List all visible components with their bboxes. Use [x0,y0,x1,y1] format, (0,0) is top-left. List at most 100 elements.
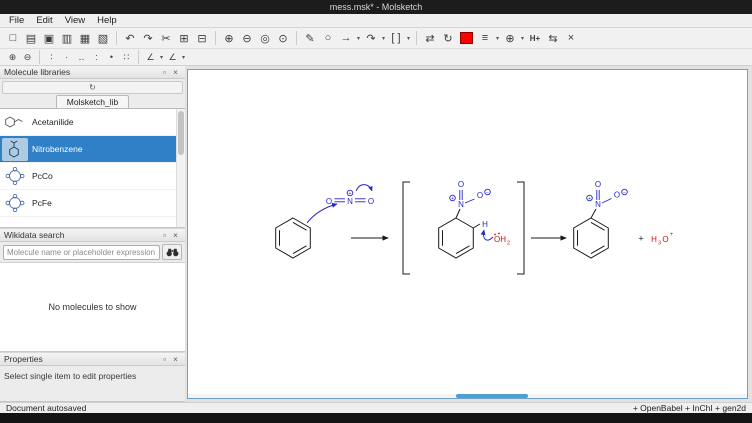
zoom-out-icon[interactable]: ⊖ [238,30,256,47]
molecule-thumbnail [2,192,28,215]
electron-pair-icon[interactable]: ∷ [119,50,134,64]
wikidata-search-button[interactable] [162,244,182,260]
svg-text:O: O [477,191,483,200]
zoom-fit-icon[interactable]: ⊙ [274,30,292,47]
float-panel-icon[interactable]: ▫ [159,230,170,241]
toolbar-separator [116,31,117,45]
close-panel-icon[interactable]: × [170,354,181,365]
menu-edit[interactable]: Edit [30,15,58,26]
svg-text:+: + [670,232,674,238]
new-file-icon[interactable]: □ [4,30,22,47]
copy-icon[interactable]: ⊞ [175,30,193,47]
toolbar-separator [39,50,40,64]
draw-color-swatch[interactable] [460,32,473,44]
svg-text:H: H [482,220,488,229]
chain-angle-icon[interactable]: ∠ [165,50,180,64]
svg-text:N: N [595,200,601,209]
radical-electron-icon[interactable]: • [104,50,119,64]
open-file-icon[interactable]: ▤ [22,30,40,47]
library-toolbar: ↻ [0,79,185,95]
bond-angle-icon[interactable]: ∠ [143,50,158,64]
print-icon[interactable]: ▧ [94,30,112,47]
bracket-tool-icon[interactable]: [ ] [387,30,405,47]
close-panel-icon[interactable]: × [170,67,181,78]
svg-text:N: N [458,200,464,209]
svg-text:H: H [651,235,657,244]
molecule-list: Acetanilide [0,109,185,227]
increase-charge-icon[interactable]: ⊕ [5,50,20,64]
rotate-icon[interactable]: ↻ [439,30,457,47]
redo-icon[interactable]: ↷ [139,30,157,47]
flip-icon[interactable]: ⇆ [544,30,562,47]
reaction-arrow-icon[interactable]: → [337,30,355,47]
chevron-down-icon[interactable]: ▾ [380,35,387,42]
add-lone-pair-icon[interactable]: ∶ [44,50,59,64]
insert-ring-icon[interactable]: ○ [319,30,337,47]
wikidata-results-area: No molecules to show [0,262,185,351]
line-width-icon[interactable]: ≡ [476,30,494,47]
canvas-hscrollbar-thumb[interactable] [456,394,528,398]
toolbar-separator [215,31,216,45]
library-scrollbar-thumb[interactable] [178,111,184,155]
library-scrollbar[interactable] [176,109,185,227]
menu-view[interactable]: View [59,15,91,26]
svg-text:−: − [623,190,626,196]
chevron-down-icon[interactable]: ▾ [158,54,165,61]
molecule-thumbnail [2,165,28,188]
svg-text:O: O [326,197,332,206]
mechanism-arrow-icon[interactable]: ↷ [362,30,380,47]
library-settings-button[interactable]: ↻ [2,81,183,94]
close-panel-icon[interactable]: × [170,230,181,241]
list-item-acetanilide[interactable]: Acetanilide [0,109,185,136]
svg-text:O: O [458,180,464,189]
binoculars-icon [166,245,179,260]
export-image-icon[interactable]: ▦ [76,30,94,47]
save-as-icon[interactable]: ▥ [58,30,76,47]
list-item-pcco[interactable]: PcCo [0,163,185,190]
chevron-down-icon[interactable]: ▾ [405,35,412,42]
chevron-down-icon[interactable]: ▾ [355,35,362,42]
chevron-down-icon[interactable]: ▾ [519,35,526,42]
chevron-down-icon[interactable]: ▾ [494,35,501,42]
zoom-in-icon[interactable]: ⊕ [220,30,238,47]
tab-molsketch-lib[interactable]: Molsketch_lib [56,95,130,108]
properties-header[interactable]: Properties ▫ × [0,353,185,366]
zoom-original-icon[interactable]: ◎ [256,30,274,47]
menu-file[interactable]: File [3,15,30,26]
paste-icon[interactable]: ⊟ [193,30,211,47]
list-item-nitrobenzene[interactable]: Nitrobenzene [0,136,185,163]
wikidata-search-header[interactable]: Wikidata search ▫ × [0,229,185,242]
decrease-charge-icon[interactable]: ⊖ [20,50,35,64]
svg-text:N: N [347,197,353,206]
menu-help[interactable]: Help [91,15,123,26]
svg-text:2: 2 [507,241,510,247]
add-hydrogen-icon[interactable]: H+ [526,30,544,47]
window-titlebar[interactable]: mess.msk* - Molsketch [0,0,752,14]
molecule-libraries-header[interactable]: Molecule libraries ▫ × [0,66,185,79]
svg-text:O: O [614,191,620,200]
float-panel-icon[interactable]: ▫ [159,67,170,78]
drawing-canvas[interactable]: O N O + [187,69,748,399]
remove-lone-pair-icon[interactable]: ∙ [59,50,74,64]
status-bar: Document autosaved + OpenBabel + InChI +… [0,402,752,413]
library-tab-bar: Molsketch_lib [0,95,185,109]
wikidata-search-row [0,242,185,262]
svg-text:OH: OH [494,235,506,244]
molecule-name: PcCo [32,171,53,181]
canvas-hscrollbar[interactable] [188,394,747,398]
save-icon[interactable]: ▣ [40,30,58,47]
lone-pair-vertical-icon[interactable]: : [89,50,104,64]
undo-icon[interactable]: ↶ [121,30,139,47]
draw-bond-icon[interactable]: ✎ [301,30,319,47]
list-item-pcfe[interactable]: PcFe [0,190,185,217]
wikidata-search-input[interactable] [3,245,160,260]
molecule-name: Nitrobenzene [32,144,83,154]
charge-tool-icon[interactable]: ⊕ [501,30,519,47]
delete-icon[interactable]: × [562,30,580,47]
chevron-down-icon[interactable]: ▾ [180,54,187,61]
lone-pair-horizontal-icon[interactable]: ‥ [74,50,89,64]
cut-icon[interactable]: ✂ [157,30,175,47]
float-panel-icon[interactable]: ▫ [159,354,170,365]
molecule-name: PcFe [32,198,52,208]
align-icon[interactable]: ⇄ [421,30,439,47]
